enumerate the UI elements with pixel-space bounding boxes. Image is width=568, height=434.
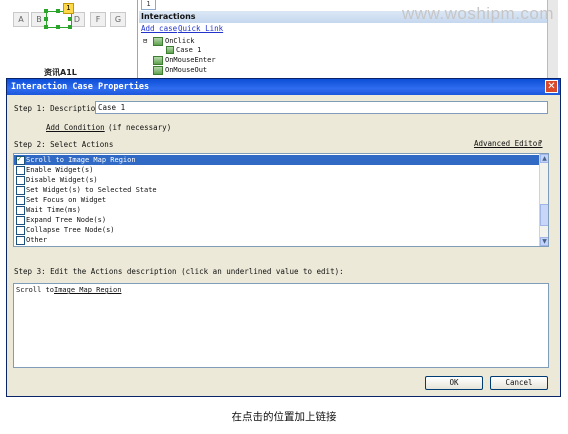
action-item-disable-widget[interactable]: Disable Widget(s) [14, 175, 539, 185]
description-input[interactable]: Case 1 [95, 101, 548, 114]
ok-button[interactable]: OK [425, 376, 483, 390]
resize-handle[interactable] [44, 17, 48, 21]
interaction-case-dialog: Interaction Case Properties ✕ Step 1: De… [6, 78, 561, 397]
resize-handle[interactable] [44, 9, 48, 13]
quick-link[interactable]: Quick Link [178, 24, 223, 33]
event-icon [153, 37, 163, 46]
action-item-expand-tree-node[interactable]: Expand Tree Node(s) [14, 215, 539, 225]
add-case-link[interactable]: Add case [141, 24, 177, 33]
advanced-editor-link[interactable]: Advanced Editor [474, 139, 542, 148]
action-checkbox[interactable] [16, 186, 25, 195]
actions-list[interactable]: ✓ Scroll to Image Map Region Enable Widg… [13, 153, 549, 247]
action-checkbox[interactable] [16, 216, 25, 225]
event-icon [153, 66, 163, 75]
action-checkbox[interactable] [16, 236, 25, 245]
image-map-region-link[interactable]: Image Map Region [54, 286, 121, 294]
action-item-scroll-to-image-map-region[interactable]: ✓ Scroll to Image Map Region [14, 154, 539, 165]
action-label: Expand Tree Node(s) [26, 216, 107, 224]
action-checkbox[interactable] [16, 226, 25, 235]
step3-label: Step 3: Edit the Actions description (cl… [14, 267, 344, 276]
case-icon [166, 46, 174, 54]
panel-tab[interactable]: 1 [141, 0, 156, 10]
resize-handle[interactable] [56, 25, 60, 29]
if-necessary-text: (if necessary) [108, 123, 172, 132]
tree-collapse-icon[interactable]: ⊟ [143, 37, 147, 45]
action-item-set-selected-state[interactable]: Set Widget(s) to Selected State [14, 185, 539, 195]
cancel-button[interactable]: Cancel [490, 376, 548, 390]
resize-handle[interactable] [68, 17, 72, 21]
action-checkbox[interactable] [16, 206, 25, 215]
event-icon [153, 56, 163, 65]
column-header-a[interactable]: A [13, 12, 29, 27]
action-desc-prefix: Scroll to [16, 286, 54, 294]
page-number-badge: 1 [63, 3, 74, 14]
action-checkbox[interactable] [16, 176, 25, 185]
action-label: Other [26, 236, 48, 244]
scroll-up-icon[interactable]: ▲ [540, 154, 548, 163]
watermark: www.woshipm.com [402, 4, 555, 23]
action-item-enable-widget[interactable]: Enable Widget(s) [14, 165, 539, 175]
action-label: Collapse Tree Node(s) [26, 226, 115, 234]
action-checkbox[interactable] [16, 196, 25, 205]
scrollbar-thumb[interactable] [540, 204, 548, 226]
help-link[interactable]: ? [538, 139, 543, 148]
step2-label: Step 2: Select Actions [14, 140, 114, 149]
action-item-wait-time[interactable]: Wait Time(ms) [14, 205, 539, 215]
action-item-set-focus[interactable]: Set Focus on Widget [14, 195, 539, 205]
actions-description-area[interactable]: Scroll to Image Map Region [13, 283, 549, 368]
action-label: Scroll to Image Map Region [26, 156, 136, 164]
action-item-collapse-tree-node[interactable]: Collapse Tree Node(s) [14, 225, 539, 235]
action-item-other[interactable]: Other [14, 235, 539, 245]
action-label: Set Focus on Widget [26, 196, 107, 204]
tree-item-case[interactable]: Case 1 [176, 46, 201, 54]
scroll-down-icon[interactable]: ▼ [540, 237, 548, 246]
column-header-f[interactable]: F [90, 12, 106, 27]
action-label: Enable Widget(s) [26, 166, 94, 174]
action-label: Wait Time(ms) [26, 206, 81, 214]
resize-handle[interactable] [68, 25, 72, 29]
dialog-title: Interaction Case Properties [7, 79, 560, 95]
actions-scrollbar[interactable]: ▲ ▼ [539, 154, 548, 246]
tree-item-onmouseout[interactable]: OnMouseOut [165, 66, 207, 74]
action-label: Disable Widget(s) [26, 176, 98, 184]
action-checkbox[interactable]: ✓ [16, 154, 25, 165]
resize-handle[interactable] [44, 25, 48, 29]
close-icon: ✕ [547, 81, 556, 92]
tree-item-onmouseenter[interactable]: OnMouseEnter [165, 56, 216, 64]
close-button[interactable]: ✕ [545, 80, 558, 93]
resize-handle[interactable] [56, 9, 60, 13]
action-checkbox[interactable] [16, 166, 25, 175]
add-condition-link[interactable]: Add Condition [46, 123, 105, 132]
caption: 在点击的位置加上链接 [231, 411, 337, 423]
canvas-text: 资讯A1L [44, 68, 77, 77]
action-label: Set Widget(s) to Selected State [26, 186, 157, 194]
column-header-g[interactable]: G [110, 12, 126, 27]
check-icon: ✓ [17, 154, 22, 163]
step1-label: Step 1: Description [14, 104, 100, 113]
tree-item-onclick[interactable]: OnClick [165, 37, 195, 45]
